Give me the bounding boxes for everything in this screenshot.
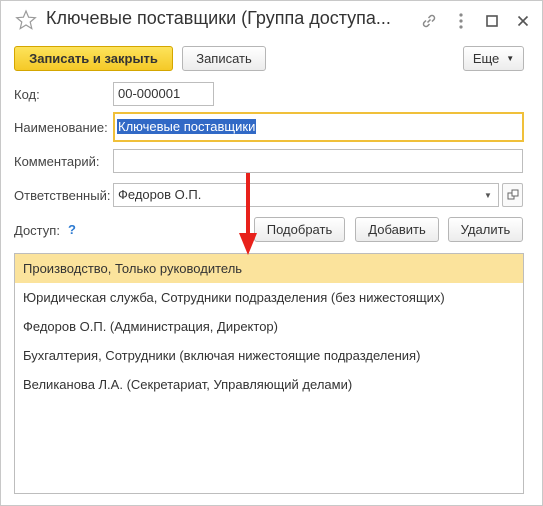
annotation-arrow-icon <box>239 173 257 255</box>
name-label: Наименование: <box>14 120 108 135</box>
list-item[interactable]: Федоров О.П. (Администрация, Директор) <box>15 312 523 341</box>
comment-label: Комментарий: <box>14 154 100 169</box>
access-label: Доступ: <box>14 223 60 238</box>
more-menu-button[interactable]: Еще ▼ <box>463 46 524 71</box>
more-menu-label: Еще <box>472 51 500 66</box>
list-item[interactable]: Бухгалтерия, Сотрудники (включая нижесто… <box>15 341 523 370</box>
list-item[interactable]: Юридическая служба, Сотрудники подраздел… <box>15 283 523 312</box>
save-button[interactable]: Записать <box>182 46 266 71</box>
name-field-value: Ключевые поставщики <box>117 119 257 134</box>
pick-button[interactable]: Подобрать <box>254 217 345 242</box>
window-title: Ключевые поставщики (Группа доступа... <box>46 8 391 28</box>
link-icon[interactable] <box>419 11 439 31</box>
list-item[interactable]: Великанова Л.А. (Секретариат, Управляющи… <box>15 370 523 399</box>
more-icon[interactable] <box>451 11 471 31</box>
list-item[interactable]: Производство, Только руководитель <box>15 254 523 283</box>
save-and-close-button[interactable]: Записать и закрыть <box>14 46 173 71</box>
name-field[interactable]: Ключевые поставщики <box>113 112 524 142</box>
open-item-icon[interactable] <box>502 183 523 207</box>
code-field[interactable]: 00-000001 <box>113 82 214 106</box>
help-icon[interactable]: ? <box>68 222 76 237</box>
maximize-icon[interactable] <box>482 11 502 31</box>
responsible-label: Ответственный: <box>14 188 111 203</box>
star-icon[interactable] <box>15 9 37 31</box>
responsible-field[interactable]: Федоров О.П. <box>113 183 499 207</box>
close-icon[interactable] <box>513 11 533 31</box>
delete-button[interactable]: Удалить <box>448 217 523 242</box>
add-button[interactable]: Добавить <box>355 217 439 242</box>
access-list[interactable]: Производство, Только руководитель Юридич… <box>14 253 524 494</box>
code-label: Код: <box>14 87 40 102</box>
comment-field[interactable] <box>113 149 523 173</box>
chevron-down-icon: ▼ <box>506 54 515 63</box>
dropdown-arrow-icon[interactable]: ▼ <box>478 184 498 206</box>
form-window: Ключевые поставщики (Группа доступа... З… <box>0 0 543 506</box>
title-bar: Ключевые поставщики (Группа доступа... <box>1 1 542 41</box>
